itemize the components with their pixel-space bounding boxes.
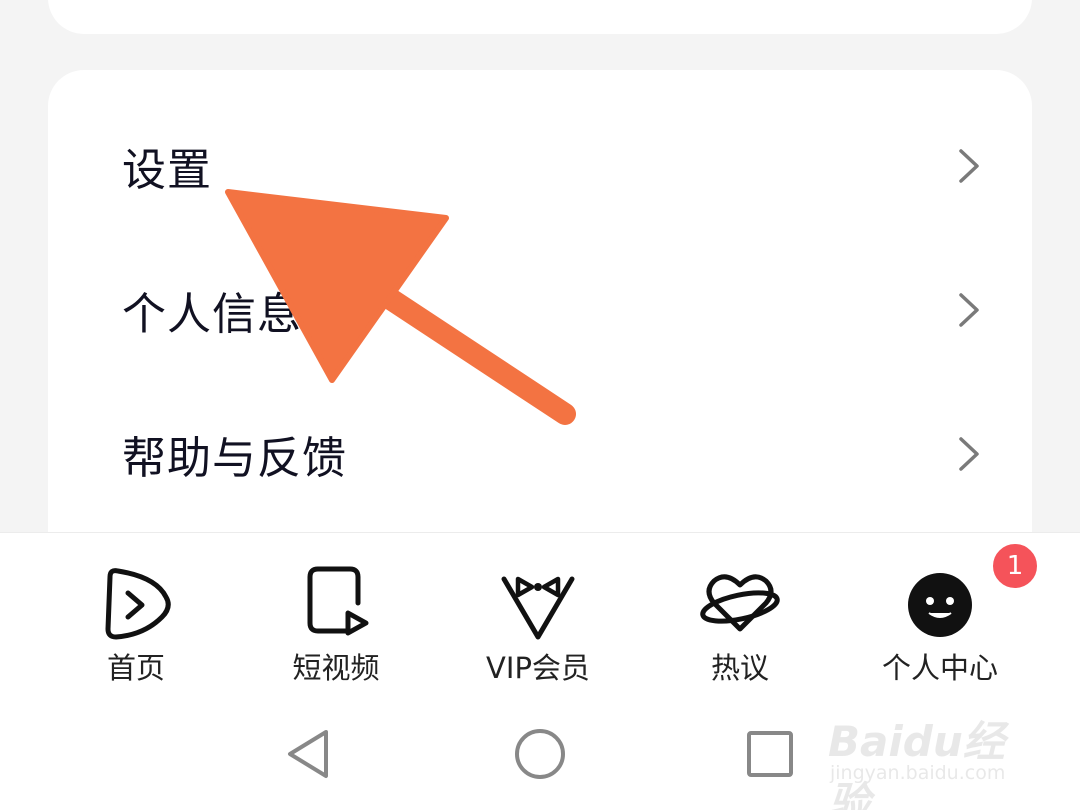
menu-item-label: 帮助与反馈 <box>122 433 347 484</box>
tab-personal-center[interactable]: 1 个人中心 <box>840 533 1040 703</box>
short-video-icon <box>307 566 369 636</box>
smiley-face-icon <box>908 573 972 637</box>
tab-label: 短视频 <box>292 651 380 685</box>
chevron-right-icon <box>959 149 979 183</box>
tab-label: 热议 <box>710 651 769 685</box>
menu-item-label: 设置 <box>122 145 212 196</box>
notification-badge: 1 <box>990 541 1040 591</box>
tab-short-video[interactable]: 短视频 <box>236 533 436 703</box>
menu-card: 设置 个人信息 帮助与反馈 <box>48 70 1032 590</box>
recents-square-icon[interactable] <box>740 724 800 784</box>
menu-item-label: 个人信息 <box>122 289 302 340</box>
menu-item-help-feedback[interactable]: 帮助与反馈 <box>48 394 1032 514</box>
screen: 设置 个人信息 帮助与反馈 首页 短视频 VIP会员 热议 1 个人中心 Bai… <box>0 0 1080 810</box>
tab-label: VIP会员 <box>486 651 590 685</box>
menu-item-personal-info[interactable]: 个人信息 <box>48 250 1032 370</box>
tab-label: 首页 <box>106 651 165 685</box>
watermark-sub-text: jingyan.baidu.com <box>830 762 1006 784</box>
play-circle-icon <box>105 568 171 640</box>
tab-label: 个人中心 <box>881 651 998 685</box>
chevron-right-icon <box>959 437 979 471</box>
previous-card <box>48 0 1032 34</box>
chevron-right-icon <box>959 293 979 327</box>
baidu-jingyan-watermark: Baidu经验 jingyan.baidu.com <box>828 690 1028 810</box>
home-circle-icon[interactable] <box>510 724 570 784</box>
menu-item-settings[interactable]: 设置 <box>48 106 1032 226</box>
tab-home[interactable]: 首页 <box>36 533 236 703</box>
watermark-main-text: Baidu经验 <box>828 717 1005 810</box>
tuxedo-bowtie-icon <box>501 576 575 640</box>
heart-planet-icon <box>700 574 780 632</box>
bottom-tab-bar: 首页 短视频 VIP会员 热议 1 个人中心 <box>0 532 1080 703</box>
back-triangle-icon[interactable] <box>280 724 340 784</box>
tab-hot-discussion[interactable]: 热议 <box>640 533 840 703</box>
tab-vip[interactable]: VIP会员 <box>438 533 638 703</box>
